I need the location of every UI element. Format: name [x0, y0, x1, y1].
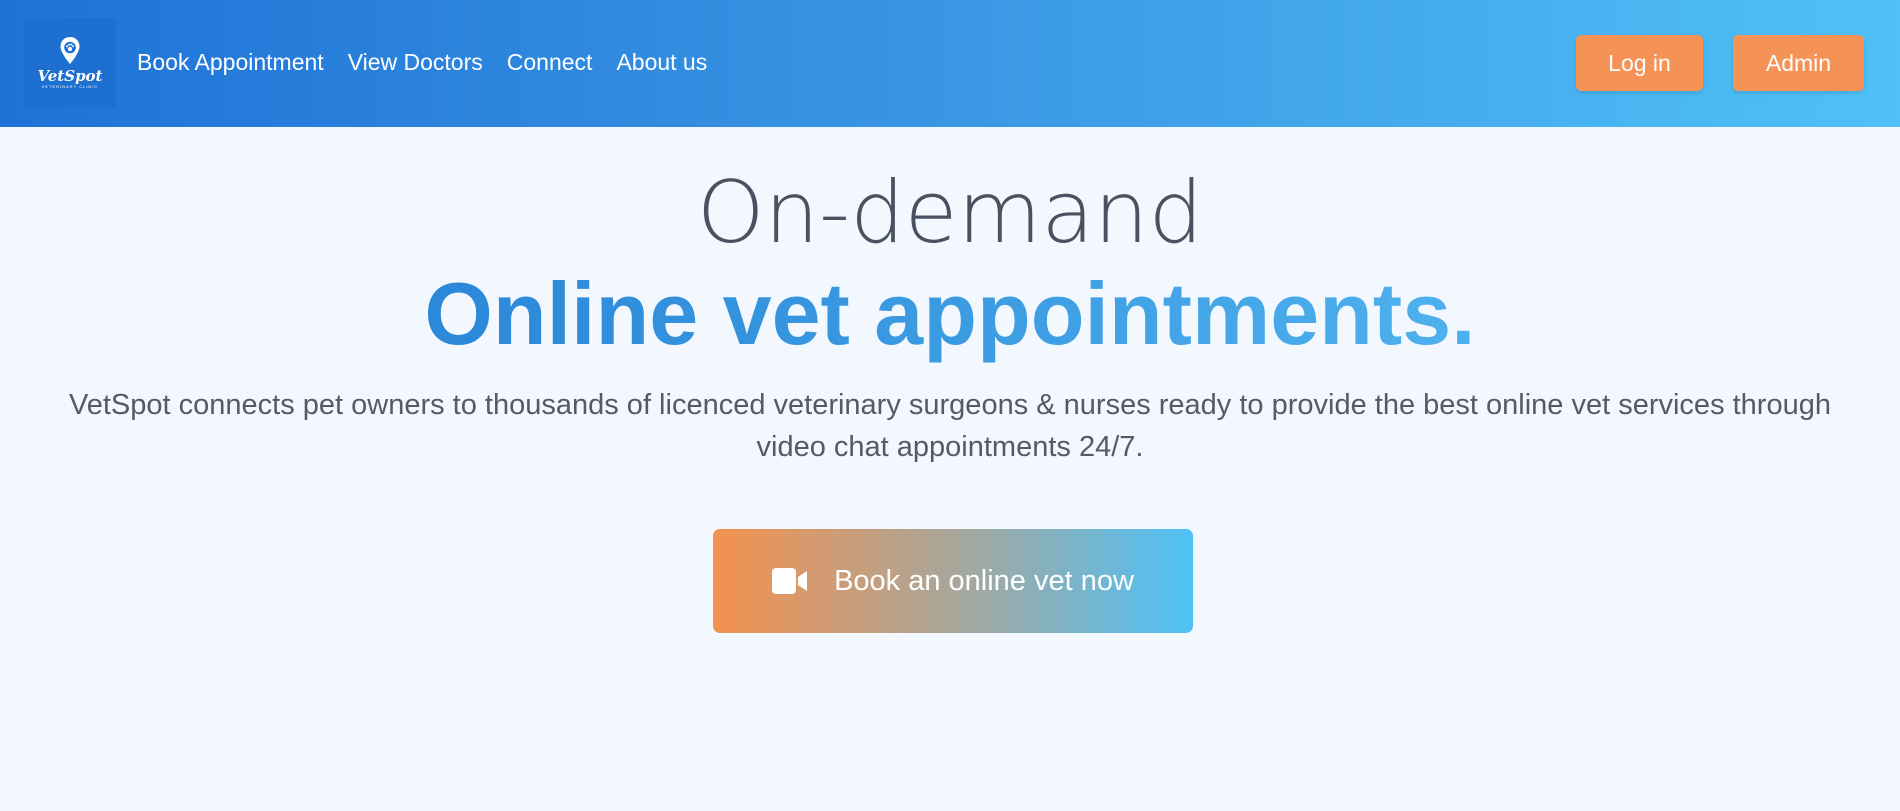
hero-headline-bold: Online vet appointments. [0, 264, 1900, 364]
book-online-vet-button[interactable]: Book an online vet now [713, 529, 1193, 633]
nav-link-view-doctors[interactable]: View Doctors [348, 48, 483, 76]
nav-link-about-us[interactable]: About us [616, 48, 707, 76]
top-navbar: VetSpot VETERINARY CLINIC Book Appointme… [0, 0, 1900, 127]
map-pin-paw-icon [60, 36, 80, 64]
main-nav: Book Appointment View Doctors Connect Ab… [137, 48, 707, 76]
logo-brand-name: VetSpot [37, 66, 103, 85]
book-online-vet-label: Book an online vet now [834, 564, 1134, 597]
admin-button[interactable]: Admin [1733, 35, 1864, 91]
nav-link-book-appointment[interactable]: Book Appointment [137, 48, 324, 76]
login-button[interactable]: Log in [1576, 35, 1703, 91]
video-camera-icon [772, 568, 808, 594]
hero-headline-light: On-demand [696, 163, 1204, 263]
hero-headline-bold-text: Online vet appointments. [424, 264, 1476, 363]
logo-tagline: VETERINARY CLINIC [41, 83, 99, 89]
nav-link-connect[interactable]: Connect [507, 48, 593, 76]
hero-description: VetSpot connects pet owners to thousands… [69, 389, 1831, 463]
vetspot-logo[interactable]: VetSpot VETERINARY CLINIC [24, 18, 116, 107]
